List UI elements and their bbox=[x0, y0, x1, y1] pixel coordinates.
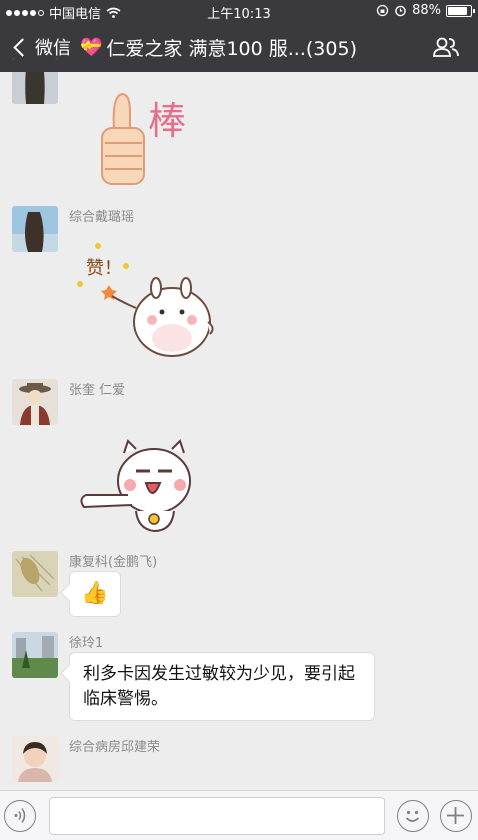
message-bubble[interactable]: 利多卡因发生过敏较为少见，要引起临床警惕。 bbox=[69, 652, 375, 721]
status-bar: 中国电信 上午10:13 88% bbox=[0, 0, 478, 22]
battery-percent: 88% bbox=[412, 3, 441, 18]
thumbs-up-emoji: 👍 bbox=[81, 581, 109, 606]
top-bar: 中国电信 上午10:13 88% 微信 💝 仁爱之家 满意100 服...(30… bbox=[0, 0, 478, 72]
heart-gift-icon: 💝 bbox=[80, 37, 103, 58]
voice-icon bbox=[14, 808, 26, 823]
plus-icon bbox=[447, 807, 464, 824]
avatar[interactable] bbox=[12, 736, 58, 782]
battery-fill bbox=[448, 6, 468, 15]
nav-bar: 微信 💝 仁爱之家 满意100 服...(305) bbox=[0, 26, 478, 68]
sender-name: 徐玲1 bbox=[69, 636, 104, 651]
avatar[interactable] bbox=[12, 632, 58, 678]
alarm-icon bbox=[395, 5, 406, 17]
orientation-lock-icon bbox=[376, 4, 389, 17]
avatar[interactable] bbox=[12, 551, 58, 597]
sticker-text: 棒 bbox=[148, 99, 186, 143]
chevron-left-icon bbox=[13, 37, 32, 57]
more-button[interactable] bbox=[440, 800, 472, 832]
avatar[interactable] bbox=[12, 206, 58, 252]
avatar[interactable] bbox=[12, 379, 58, 425]
sender-name: 综合戴璐瑶 bbox=[69, 210, 135, 225]
sender-name: 综合病房邱建荣 bbox=[69, 740, 161, 755]
cat-pointing-sticker[interactable] bbox=[76, 439, 216, 539]
input-bar bbox=[0, 790, 478, 840]
sender-name: 康复科(金鹏飞) bbox=[69, 555, 158, 570]
group-members-icon[interactable] bbox=[432, 36, 460, 58]
message-input[interactable] bbox=[49, 797, 385, 835]
back-label: 微信 bbox=[35, 38, 71, 59]
voice-button[interactable] bbox=[4, 800, 36, 832]
thumbs-up-sticker[interactable]: 棒 bbox=[90, 88, 200, 203]
sticker-text: 赞！ bbox=[86, 258, 122, 279]
hamster-praise-sticker[interactable]: 赞！ bbox=[76, 238, 216, 360]
emoji-button[interactable] bbox=[397, 800, 429, 832]
sender-name: 张奎 仁爱 bbox=[69, 383, 126, 398]
message-text: 利多卡因发生过敏较为少见，要引起临床警惕。 bbox=[83, 664, 355, 709]
back-button[interactable]: 微信 bbox=[12, 34, 71, 60]
chat-title-text: 仁爱之家 满意100 服...(305) bbox=[106, 38, 357, 60]
avatar[interactable] bbox=[12, 58, 58, 104]
battery-icon bbox=[446, 4, 475, 17]
message-bubble[interactable]: 👍 bbox=[69, 571, 121, 617]
chat-title: 💝 仁爱之家 满意100 服...(305) bbox=[80, 34, 420, 61]
smiley-icon bbox=[405, 810, 420, 822]
